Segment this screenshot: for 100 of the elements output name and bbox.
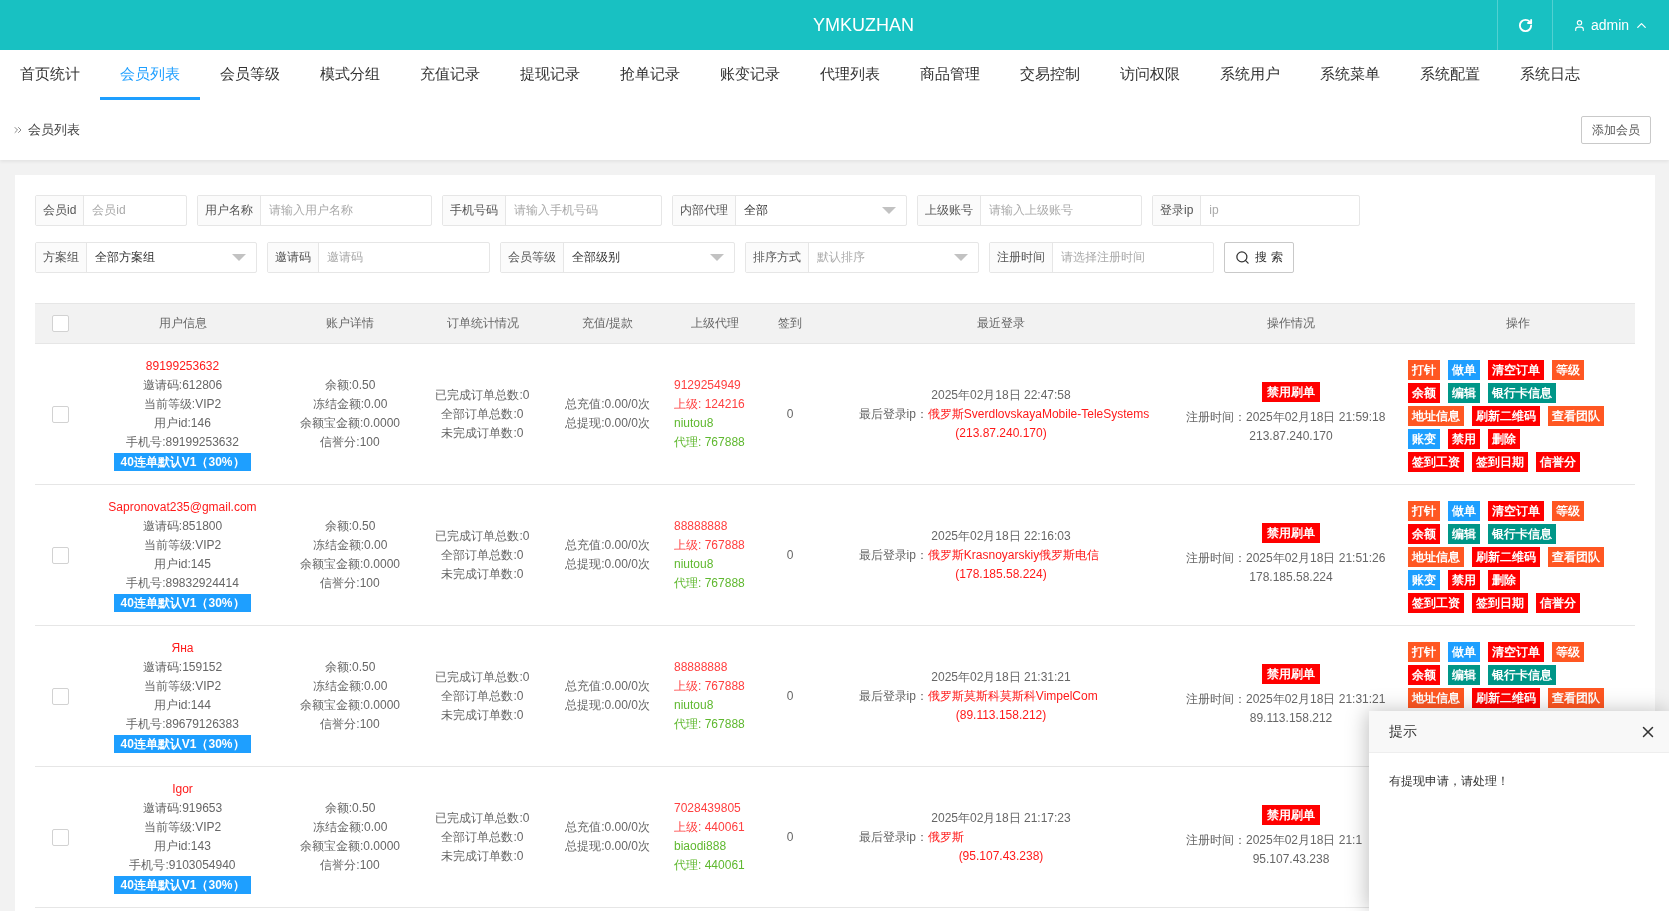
status-badge: 禁用刷单 xyxy=(1262,382,1320,402)
select-field[interactable]: 内部代理 全部 xyxy=(672,195,907,226)
action-button[interactable]: 银行卡信息 xyxy=(1488,383,1556,403)
select-field[interactable]: 会员等级 全部级别 xyxy=(500,242,735,273)
action-button[interactable]: 账变 xyxy=(1408,570,1440,590)
action-button[interactable]: 银行卡信息 xyxy=(1488,665,1556,685)
register-time: 注册时间：2025年02月18日 21:51:26 xyxy=(1186,550,1387,567)
nav-tab[interactable]: 抢单记录 xyxy=(600,50,700,100)
input-field[interactable]: 登录ip ip xyxy=(1152,195,1360,226)
action-button[interactable]: 删除 xyxy=(1488,429,1520,449)
account-detail: 余额:0.50 xyxy=(323,659,377,676)
order-stat: 已完成订单总数:0 xyxy=(434,386,531,404)
action-button[interactable]: 签到日期 xyxy=(1472,452,1528,472)
user-detail: 当前等级:VIP2 xyxy=(142,536,223,554)
user-detail: 用户id:145 xyxy=(153,555,212,573)
account-detail: 余额:0.50 xyxy=(323,800,377,817)
action-button[interactable]: 做单 xyxy=(1448,501,1480,521)
action-button[interactable]: 清空订单 xyxy=(1488,501,1544,521)
action-button[interactable]: 查看团队 xyxy=(1548,547,1604,567)
register-time: 注册时间：2025年02月18日 21:31:21 xyxy=(1186,691,1387,708)
plan-badge: 40连单默认V1（30%） xyxy=(114,875,251,894)
checkbox[interactable] xyxy=(51,315,69,332)
nav-tab[interactable]: 系统菜单 xyxy=(1300,50,1400,100)
superior-id: 上级: 124216 xyxy=(674,396,746,413)
nav-tab[interactable]: 会员等级 xyxy=(200,50,300,100)
action-button[interactable]: 等级 xyxy=(1552,642,1584,662)
nav-tab[interactable]: 账变记录 xyxy=(700,50,800,100)
action-button[interactable]: 查看团队 xyxy=(1548,406,1604,426)
select-field[interactable]: 方案组 全部方案组 xyxy=(35,242,257,273)
nav-tab[interactable]: 提现记录 xyxy=(500,50,600,100)
account-detail: 余额宝金额:0.0000 xyxy=(298,697,401,714)
action-button[interactable]: 签到工资 xyxy=(1408,452,1464,472)
input-field[interactable]: 会员id 会员id xyxy=(35,195,187,226)
action-button[interactable]: 清空订单 xyxy=(1488,360,1544,380)
action-button[interactable]: 等级 xyxy=(1552,360,1584,380)
action-button[interactable]: 等级 xyxy=(1552,501,1584,521)
user-detail: 邀请码:159152 xyxy=(141,658,224,676)
action-button[interactable]: 余额 xyxy=(1408,383,1440,403)
action-button[interactable]: 编辑 xyxy=(1448,665,1480,685)
checkin-count: 0 xyxy=(785,546,795,564)
order-stat: 未完成订单数:0 xyxy=(440,424,525,442)
nav-tab[interactable]: 系统用户 xyxy=(1200,50,1300,100)
action-button[interactable]: 做单 xyxy=(1448,360,1480,380)
fund-stat: 总充值:0.00/0次 xyxy=(564,537,651,554)
nav-tab[interactable]: 首页统计 xyxy=(0,50,100,100)
input-field[interactable]: 邀请码 邀请码 xyxy=(267,242,490,273)
action-button[interactable]: 刷新二维码 xyxy=(1472,406,1540,426)
action-button[interactable]: 签到日期 xyxy=(1472,593,1528,613)
nav-tab[interactable]: 系统日志 xyxy=(1500,50,1600,100)
action-button[interactable]: 禁用 xyxy=(1448,429,1480,449)
order-stat: 已完成订单总数:0 xyxy=(434,668,531,686)
checkbox[interactable] xyxy=(51,405,69,423)
action-button[interactable]: 刷新二维码 xyxy=(1472,547,1540,567)
user-name: Яна xyxy=(170,639,195,657)
action-button[interactable]: 签到工资 xyxy=(1408,593,1464,613)
account-detail: 信誉分:100 xyxy=(319,857,381,874)
action-button[interactable]: 余额 xyxy=(1408,665,1440,685)
action-button[interactable]: 编辑 xyxy=(1448,524,1480,544)
action-button[interactable]: 禁用 xyxy=(1448,570,1480,590)
input-field[interactable]: 手机号码 请输入手机号码 xyxy=(442,195,662,226)
nav-tab[interactable]: 模式分组 xyxy=(300,50,400,100)
search-button[interactable]: 搜 索 xyxy=(1224,242,1294,273)
action-button[interactable]: 地址信息 xyxy=(1408,547,1464,567)
action-button[interactable]: 余额 xyxy=(1408,524,1440,544)
action-button[interactable]: 删除 xyxy=(1488,570,1520,590)
order-stat: 未完成订单数:0 xyxy=(440,847,525,865)
login-ip: (89.113.158.212) xyxy=(954,706,1048,724)
nav-tab[interactable]: 代理列表 xyxy=(800,50,900,100)
action-button[interactable]: 地址信息 xyxy=(1408,688,1464,708)
nav-tab[interactable]: 交易控制 xyxy=(1000,50,1100,100)
checkbox[interactable] xyxy=(51,828,69,846)
action-button[interactable]: 刷新二维码 xyxy=(1472,688,1540,708)
nav-tab[interactable]: 访问权限 xyxy=(1100,50,1200,100)
search-icon xyxy=(1235,250,1251,265)
column-header: 上级代理 xyxy=(670,303,760,344)
select-field[interactable]: 排序方式 默认排序 xyxy=(745,242,979,273)
add-member-button[interactable]: 添加会员 xyxy=(1581,116,1651,144)
action-button[interactable]: 账变 xyxy=(1408,429,1440,449)
action-button[interactable]: 地址信息 xyxy=(1408,406,1464,426)
action-button[interactable]: 打针 xyxy=(1408,642,1440,662)
nav-tab[interactable]: 系统配置 xyxy=(1400,50,1500,100)
input-field[interactable]: 上级账号 请输入上级账号 xyxy=(917,195,1142,226)
nav-tab[interactable]: 商品管理 xyxy=(900,50,1000,100)
action-button[interactable]: 打针 xyxy=(1408,501,1440,521)
action-button[interactable]: 清空订单 xyxy=(1488,642,1544,662)
checkbox[interactable] xyxy=(51,687,69,705)
popup-title: 提示 xyxy=(1389,722,1417,741)
action-button[interactable]: 做单 xyxy=(1448,642,1480,662)
input-field[interactable]: 注册时间 请选择注册时间 xyxy=(989,242,1214,273)
checkbox[interactable] xyxy=(51,546,69,564)
action-button[interactable]: 银行卡信息 xyxy=(1488,524,1556,544)
superior-id: 上级: 767888 xyxy=(674,537,746,554)
action-button[interactable]: 信誉分 xyxy=(1536,452,1580,472)
input-field[interactable]: 用户名称 请输入用户名称 xyxy=(197,195,432,226)
action-button[interactable]: 打针 xyxy=(1408,360,1440,380)
action-button[interactable]: 查看团队 xyxy=(1548,688,1604,708)
action-button[interactable]: 信誉分 xyxy=(1536,593,1580,613)
login-location: 俄罗斯Krasnoyarskiy俄罗斯电信 xyxy=(927,547,1100,562)
action-button[interactable]: 编辑 xyxy=(1448,383,1480,403)
nav-tab[interactable]: 充值记录 xyxy=(400,50,500,100)
